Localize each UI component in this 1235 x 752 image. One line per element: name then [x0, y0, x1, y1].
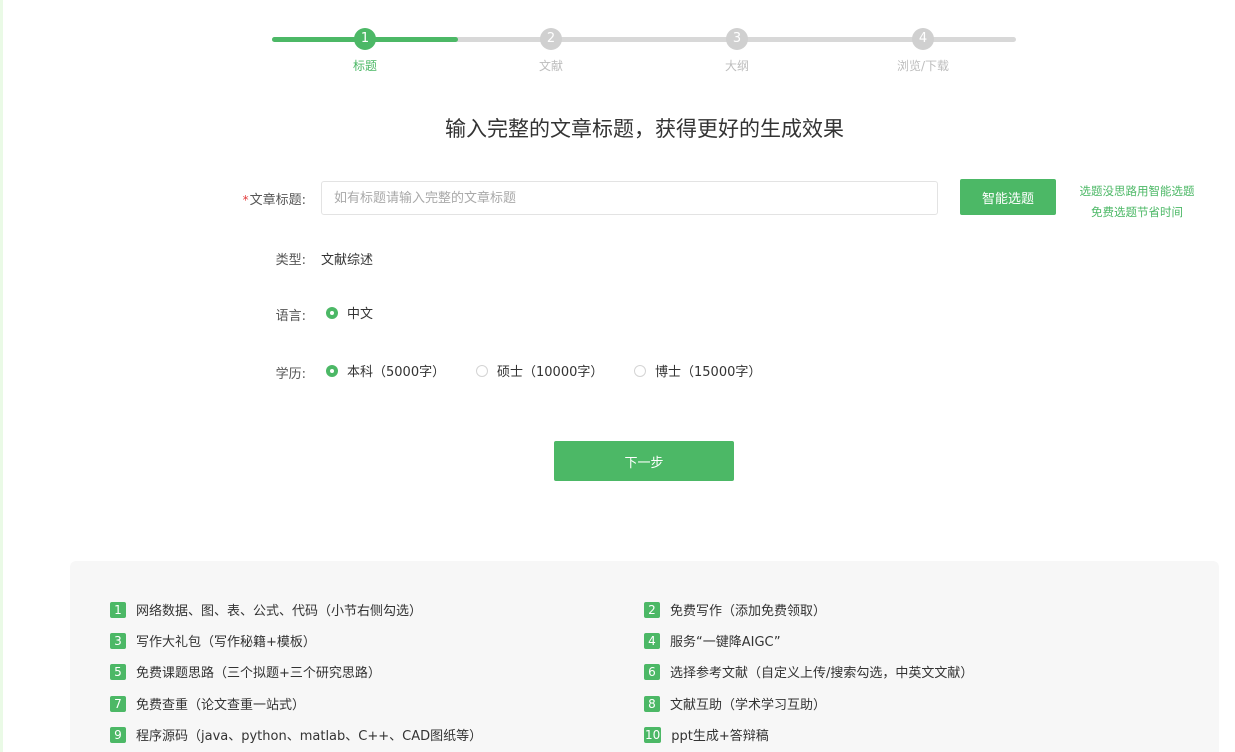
feature-item: 5 免费课题思路（三个拟题+三个研究思路）: [110, 662, 381, 681]
radio-label: 硕士（10000字）: [497, 365, 604, 380]
feature-item: 1 网络数据、图、表、公式、代码（小节右侧勾选）: [110, 600, 422, 619]
progress-stepper: 1 标题 2 文献 3 大纲 4 浏览/下载: [272, 28, 1016, 78]
feature-number-badge: 3: [110, 632, 126, 649]
required-mark: *: [242, 193, 249, 207]
step-number: 2: [540, 28, 562, 50]
page-title: 输入完整的文章标题，获得更好的生成效果: [445, 117, 844, 141]
smart-topic-hint[interactable]: 选题没思路用智能选题 免费选题节省时间: [1068, 181, 1206, 223]
step-label: 文献: [538, 59, 563, 73]
radio-unchecked-icon: [634, 364, 646, 377]
feature-item: 3 写作大礼包（写作秘籍+模板）: [110, 631, 316, 650]
feature-item: 7 免费查重（论文查重一站式）: [110, 694, 305, 713]
feature-number-badge: 6: [644, 663, 660, 680]
step-number: 3: [726, 28, 748, 50]
title-label-text: 文章标题:: [249, 193, 306, 208]
feature-item: 4 服务“一键降AIGC”: [644, 631, 781, 650]
feature-text: 免费课题思路（三个拟题+三个研究思路）: [136, 666, 381, 681]
feature-number-badge: 5: [110, 663, 126, 680]
hint-line-1: 选题没思路用智能选题: [1079, 184, 1195, 198]
feature-number-badge: 9: [110, 726, 126, 743]
radio-checked-icon: [326, 364, 338, 377]
feature-text: ppt生成+答辩稿: [671, 729, 769, 744]
degree-option-bachelor[interactable]: 本科（5000字）: [326, 361, 445, 380]
feature-item: 8 文献互助（学术学习互助）: [644, 694, 826, 713]
smart-topic-button[interactable]: 智能选题: [960, 179, 1056, 215]
feature-text: 服务“一键降AIGC”: [670, 635, 781, 650]
hint-line-2: 免费选题节省时间: [1091, 205, 1183, 219]
radio-unchecked-icon: [476, 364, 488, 377]
feature-item: 10 ppt生成+答辩稿: [644, 725, 769, 744]
feature-text: 网络数据、图、表、公式、代码（小节右侧勾选）: [136, 604, 423, 619]
degree-label: 学历:: [275, 367, 306, 382]
step-title[interactable]: 1 标题: [325, 28, 405, 74]
step-browse-download[interactable]: 4 浏览/下载: [883, 28, 963, 74]
step-outline[interactable]: 3 大纲: [697, 28, 777, 74]
radio-label: 博士（15000字）: [655, 365, 762, 380]
article-title-input[interactable]: [321, 181, 938, 215]
feature-item: 9 程序源码（java、python、matlab、C++、CAD图纸等）: [110, 725, 482, 744]
step-number: 1: [354, 28, 376, 50]
step-label: 标题: [352, 59, 377, 73]
degree-option-doctor[interactable]: 博士（15000字）: [634, 361, 761, 380]
type-label: 类型:: [275, 253, 306, 268]
feature-text: 免费写作（添加免费领取）: [670, 604, 827, 619]
feature-number-badge: 7: [110, 695, 126, 712]
degree-option-master[interactable]: 硕士（10000字）: [476, 361, 603, 380]
step-label: 浏览/下载: [896, 59, 950, 73]
feature-number-badge: 1: [110, 601, 126, 618]
feature-number-badge: 10: [644, 726, 662, 743]
feature-number-badge: 2: [644, 601, 660, 618]
radio-checked-icon: [326, 306, 338, 319]
language-option-chinese[interactable]: 中文: [326, 303, 373, 322]
feature-text: 程序源码（java、python、matlab、C++、CAD图纸等）: [136, 729, 483, 744]
feature-item: 2 免费写作（添加免费领取）: [644, 600, 826, 619]
title-label: *文章标题:: [226, 189, 306, 208]
type-value: 文献综述: [321, 253, 374, 268]
feature-text: 文献互助（学术学习互助）: [670, 698, 827, 713]
step-number: 4: [912, 28, 934, 50]
language-label: 语言:: [275, 309, 306, 324]
radio-label: 本科（5000字）: [347, 365, 446, 380]
feature-text: 选择参考文献（自定义上传/搜索勾选，中英文文献）: [670, 666, 974, 681]
radio-label: 中文: [347, 307, 374, 322]
feature-number-badge: 4: [644, 632, 660, 649]
features-panel: 1 网络数据、图、表、公式、代码（小节右侧勾选） 2 免费写作（添加免费领取） …: [70, 561, 1219, 752]
feature-number-badge: 8: [644, 695, 660, 712]
step-label: 大纲: [724, 59, 749, 73]
feature-item: 6 选择参考文献（自定义上传/搜索勾选，中英文文献）: [644, 662, 973, 681]
next-step-button[interactable]: 下一步: [554, 441, 734, 481]
feature-text: 写作大礼包（写作秘籍+模板）: [136, 635, 316, 650]
feature-text: 免费查重（论文查重一站式）: [136, 698, 306, 713]
step-references[interactable]: 2 文献: [511, 28, 591, 74]
